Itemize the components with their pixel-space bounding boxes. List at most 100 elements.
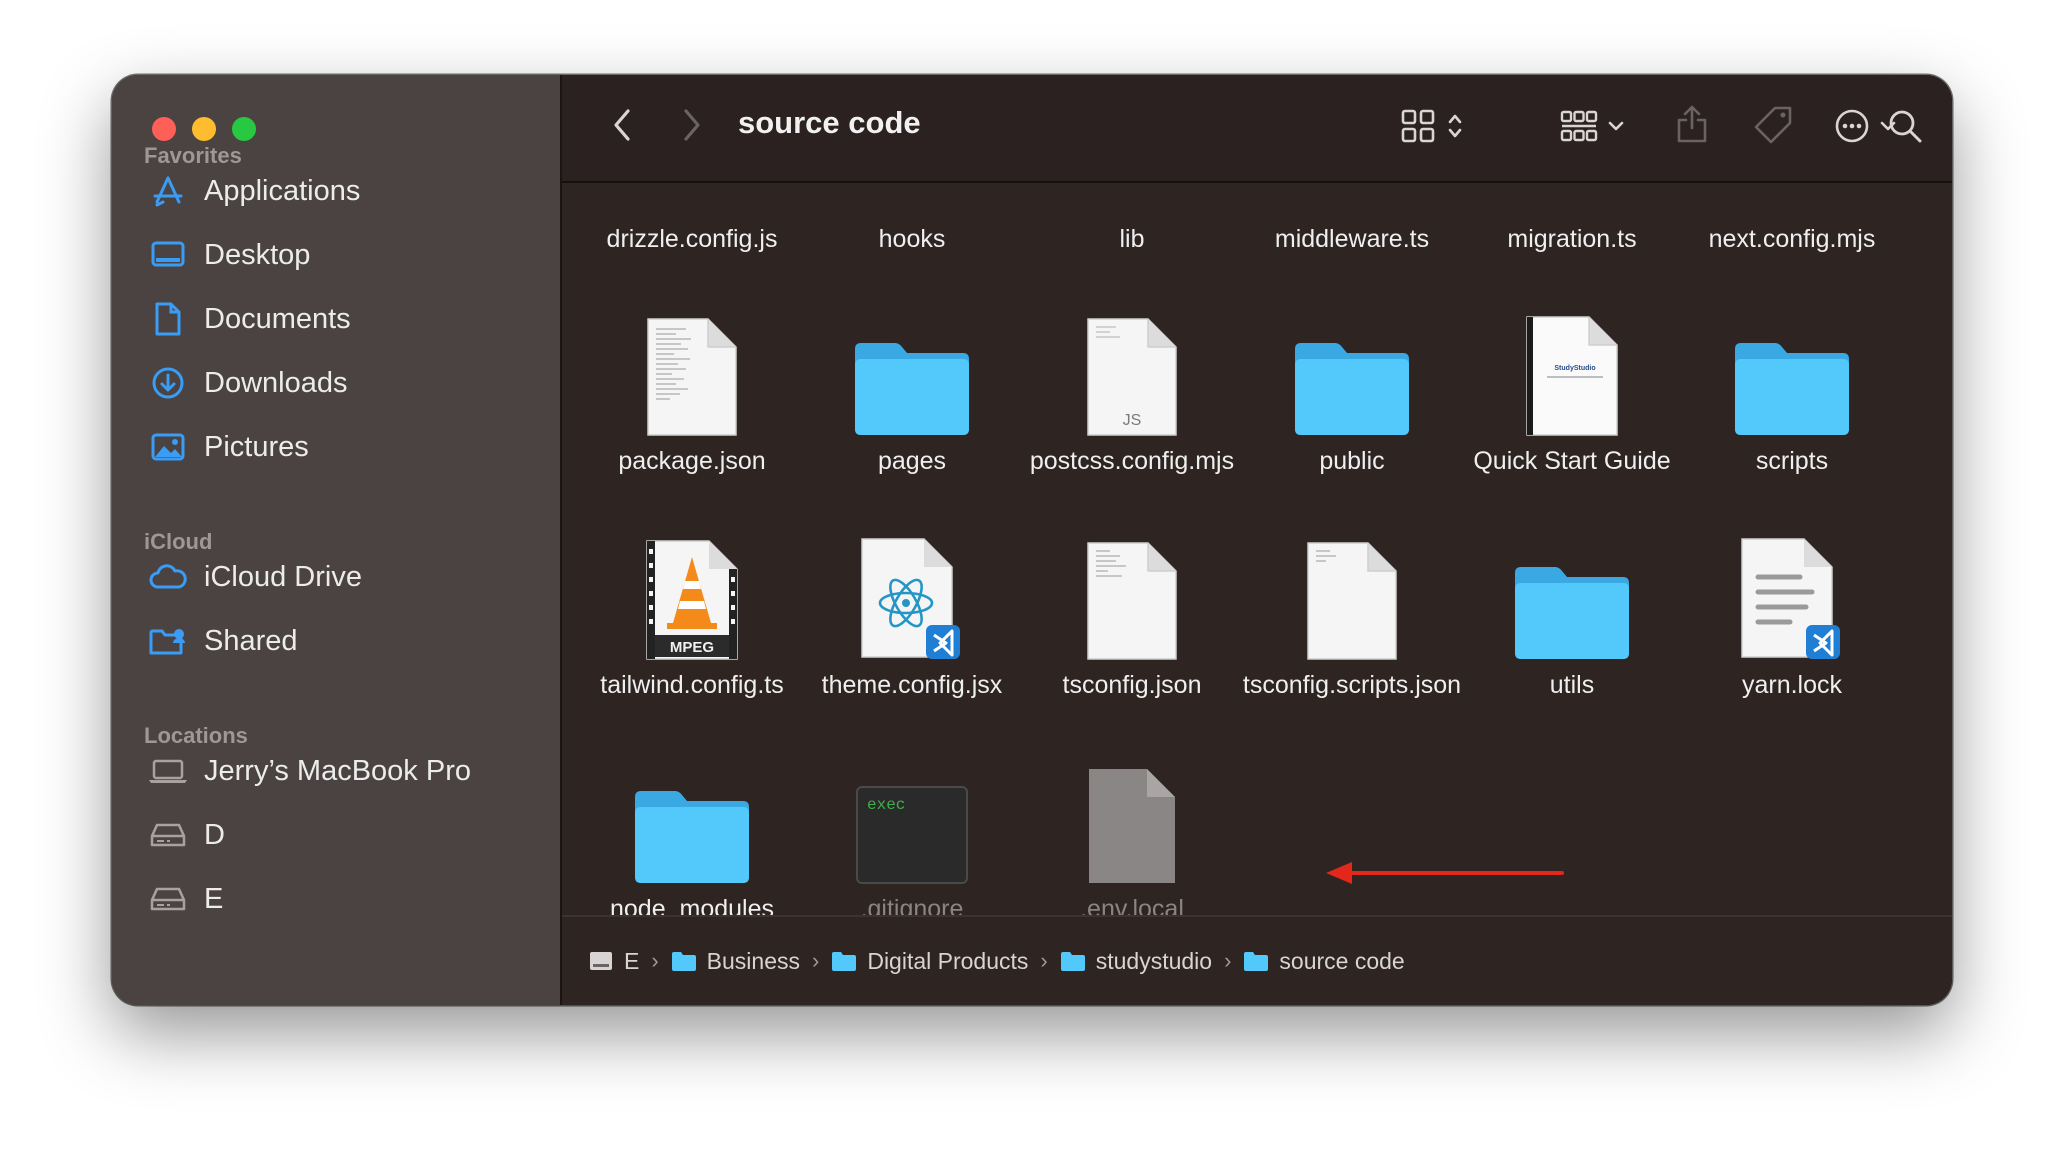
folder-icon [1242, 287, 1462, 437]
file-item-postcss-config[interactable]: JS postcss.config.mjs [1022, 287, 1242, 497]
file-name: postcss.config.mjs [1029, 447, 1235, 475]
file-name: migration.ts [1507, 225, 1637, 253]
sidebar-item-desktop[interactable]: Desktop [136, 229, 536, 281]
ellipsis-circle-icon [1834, 108, 1870, 149]
close-window-button[interactable] [152, 117, 176, 141]
file-name: Quick Start Guide [1473, 447, 1671, 475]
sidebar-item-label: iCloud Drive [204, 560, 362, 593]
crumb-label: E [624, 947, 640, 974]
sidebar-item-icloud-drive[interactable]: iCloud Drive [136, 551, 536, 603]
minimize-window-button[interactable] [192, 117, 216, 141]
sidebar-item-shared[interactable]: Shared [136, 615, 536, 667]
file-grid: drizzle.config.js hooks lib middleware.t… [562, 183, 1952, 915]
folder-icon [1682, 287, 1902, 437]
folder-item[interactable]: hooks [802, 183, 1022, 275]
pictures-icon [148, 427, 188, 467]
file-item-package-json[interactable]: package.json [582, 287, 802, 497]
sidebar-item-pictures[interactable]: Pictures [136, 421, 536, 473]
file-item-env-local[interactable]: .env.local [1022, 735, 1242, 915]
folder-item-node-modules[interactable]: node_modules [582, 735, 802, 915]
icloud-icon [148, 557, 188, 597]
chevron-right-icon: › [651, 948, 659, 973]
file-item[interactable]: next.config.mjs [1682, 183, 1902, 275]
search-button[interactable] [1882, 105, 1928, 151]
sidebar-item-macbook-pro[interactable]: Jerry’s MacBook Pro [136, 745, 536, 797]
up-down-chevron-icon [1447, 111, 1463, 146]
sidebar-item-label: Jerry’s MacBook Pro [204, 754, 471, 787]
shared-folder-icon [148, 621, 188, 661]
finder-window: Favorites Applications Desktop Documents… [112, 75, 1952, 1005]
search-icon [1887, 108, 1923, 149]
folder-icon [582, 735, 802, 885]
sidebar-item-drive-d[interactable]: D [136, 809, 536, 861]
drive-icon [148, 879, 188, 919]
chevron-right-icon: › [1224, 948, 1232, 973]
file-name: tailwind.config.ts [600, 671, 784, 699]
file-name: .gitignore [860, 895, 964, 915]
chevron-down-icon [1608, 119, 1624, 137]
path-crumb-source-code[interactable]: source code [1243, 947, 1405, 975]
downloads-icon [148, 363, 188, 403]
text-document-icon [1242, 511, 1462, 661]
share-button[interactable] [1670, 101, 1714, 151]
folder-item[interactable]: lib [1022, 183, 1242, 275]
sidebar-item-documents[interactable]: Documents [136, 293, 536, 345]
back-button[interactable] [602, 105, 642, 149]
sidebar-item-label: Documents [204, 302, 351, 335]
file-item-gitignore[interactable]: exec .gitignore [802, 735, 1022, 915]
main-pane: source code drizzle.config.js hooks lib … [562, 75, 1952, 1005]
file-item[interactable]: migration.ts [1462, 183, 1682, 275]
file-name: theme.config.jsx [821, 671, 1003, 699]
folder-item-scripts[interactable]: scripts [1682, 287, 1902, 497]
drive-icon [588, 949, 614, 973]
file-item-theme-config[interactable]: theme.config.jsx [802, 511, 1022, 721]
crumb-label: Digital Products [867, 947, 1029, 974]
laptop-icon [148, 751, 188, 791]
annotation-arrow [1326, 862, 1564, 884]
folder-item-pages[interactable]: pages [802, 287, 1022, 497]
zoom-window-button[interactable] [232, 117, 256, 141]
crumb-label: Business [706, 947, 800, 974]
path-crumb-studystudio[interactable]: studystudio › [1060, 948, 1244, 975]
path-crumb-digital-products[interactable]: Digital Products › [831, 948, 1059, 975]
forward-button[interactable] [672, 105, 712, 149]
sidebar-item-applications[interactable]: Applications [136, 165, 536, 217]
sidebar-item-drive-e[interactable]: E [136, 873, 536, 925]
folder-icon [831, 950, 857, 972]
sidebar-item-downloads[interactable]: Downloads [136, 357, 536, 409]
documents-icon [148, 299, 188, 339]
file-name: tsconfig.scripts.json [1242, 671, 1462, 699]
file-name: pages [877, 447, 947, 475]
chevron-right-icon: › [812, 948, 820, 973]
file-item-quick-start-guide[interactable]: StudyStudio Quick Start Guide [1462, 287, 1682, 497]
folder-item-public[interactable]: public [1242, 287, 1462, 497]
file-item-tsconfig-json[interactable]: tsconfig.json [1022, 511, 1242, 721]
react-file-icon [802, 511, 1022, 661]
path-crumb-e[interactable]: E › [588, 948, 671, 975]
grid-view-icon [1401, 109, 1435, 148]
sidebar-item-label: Downloads [204, 366, 348, 399]
chevron-right-icon [682, 108, 702, 147]
sidebar-item-label: Pictures [204, 430, 309, 463]
crumb-label: studystudio [1095, 947, 1213, 974]
file-item-yarn-lock[interactable]: yarn.lock [1682, 511, 1902, 721]
folder-icon [802, 287, 1022, 437]
chevron-left-icon [612, 108, 632, 147]
folder-icon [1243, 950, 1269, 972]
tag-button[interactable] [1748, 103, 1798, 151]
file-item[interactable]: middleware.ts [1242, 183, 1462, 275]
crumb-label: source code [1279, 947, 1405, 974]
path-crumb-business[interactable]: Business › [671, 948, 832, 975]
group-button[interactable] [1552, 105, 1632, 151]
file-item-tailwind-config[interactable]: MPEG tailwind.config.ts [582, 511, 802, 721]
folder-item-utils[interactable]: utils [1462, 511, 1682, 721]
file-name: package.json [618, 447, 766, 475]
file-item-tsconfig-scripts-json[interactable]: tsconfig.scripts.json [1242, 511, 1462, 721]
sidebar-item-label: D [204, 818, 225, 851]
view-mode-button[interactable] [1392, 105, 1472, 151]
chevron-right-icon: › [1040, 948, 1048, 973]
sidebar-item-label: E [204, 882, 224, 915]
file-name: next.config.mjs [1708, 225, 1876, 253]
file-name: tsconfig.json [1062, 671, 1202, 699]
file-item[interactable]: drizzle.config.js [582, 183, 802, 275]
